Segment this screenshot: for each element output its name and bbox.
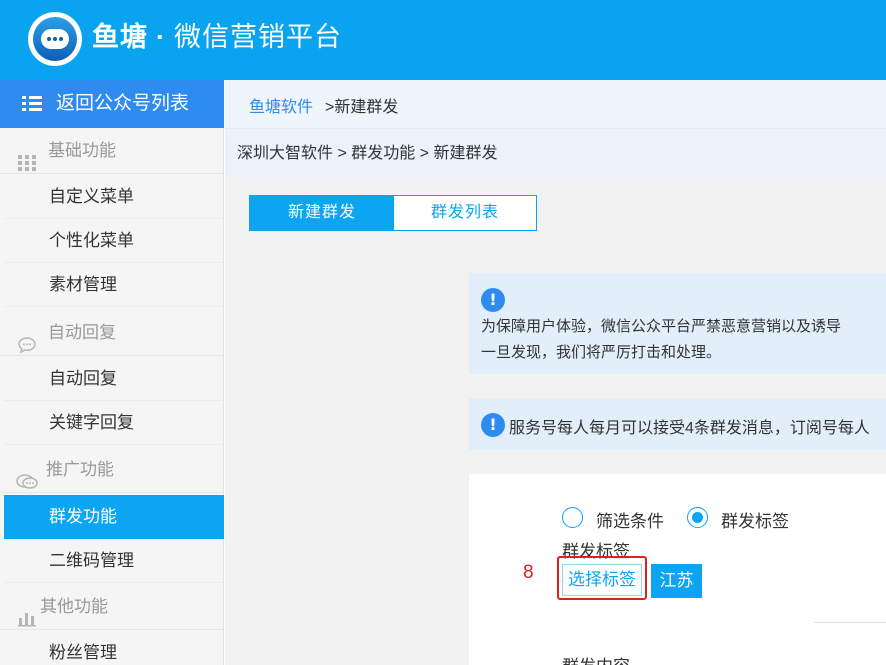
radio-filter-conditions[interactable] xyxy=(562,507,583,528)
sidebar-item-personalized-menu[interactable]: 个性化菜单 xyxy=(4,219,224,263)
sidebar-item-label: 关键字回复 xyxy=(49,413,134,432)
sidebar-group-label: 自动回复 xyxy=(48,323,116,342)
radio-filter-label: 筛选条件 xyxy=(596,512,664,531)
notice-send-limit: ! 服务号每人每月可以接受4条群发消息，订阅号每人 xyxy=(469,398,886,450)
radio-tag-label: 群发标签 xyxy=(721,512,789,531)
speech-bubbles-icon xyxy=(16,462,38,489)
back-to-accounts-button[interactable]: 返回公众号列表 xyxy=(0,80,224,128)
back-label: 返回公众号列表 xyxy=(56,93,190,114)
brand-subtitle: 微信营销平台 xyxy=(174,22,342,52)
sidebar-group-label: 推广功能 xyxy=(46,460,114,479)
tab-mass-send-list[interactable]: 群发列表 xyxy=(394,196,536,230)
grid-icon xyxy=(18,143,36,171)
sidebar-item-mass-send[interactable]: 群发功能 xyxy=(4,495,224,539)
bar-chart-icon xyxy=(18,599,36,627)
top-header: 鱼塘 · 微信营销平台 xyxy=(0,0,886,80)
tab-bar: 新建群发 群发列表 xyxy=(249,195,537,231)
breadcrumb-path: 深圳大智软件 > 群发功能 > 新建群发 xyxy=(225,129,886,177)
tab-new-mass-send[interactable]: 新建群发 xyxy=(250,196,394,230)
sidebar: 返回公众号列表 基础功能 自定义菜单 个性化菜单 素材管理 自动回复 自动回复 … xyxy=(0,80,224,665)
sidebar-group-label: 其他功能 xyxy=(40,597,108,616)
sidebar-group-auto-reply[interactable]: 自动回复 xyxy=(0,310,224,356)
sidebar-item-label: 素材管理 xyxy=(49,275,117,294)
sidebar-item-keyword-reply[interactable]: 关键字回复 xyxy=(4,401,224,445)
info-exclamation-icon: ! xyxy=(481,413,505,437)
sidebar-item-label: 自动回复 xyxy=(49,369,117,388)
fish-logo-icon xyxy=(28,12,82,66)
sidebar-item-label: 群发功能 xyxy=(49,507,117,526)
sidebar-item-fans-management[interactable]: 粉丝管理 xyxy=(4,631,224,665)
brand-name: 鱼塘 xyxy=(92,22,148,52)
sidebar-group-promotion[interactable]: 推广功能 xyxy=(0,447,224,493)
chat-bubble-icon xyxy=(18,325,36,354)
brand-title: 鱼塘 · 微信营销平台 xyxy=(92,19,342,55)
content-field-label: 群发内容 xyxy=(562,652,630,665)
sidebar-item-custom-menu[interactable]: 自定义菜单 xyxy=(4,175,224,219)
notice-line-2: 一旦发现，我们将严厉打击和处理。 xyxy=(481,344,722,361)
breadcrumb: 鱼塘软件 >新建群发 xyxy=(225,80,886,129)
sidebar-group-basic[interactable]: 基础功能 xyxy=(0,128,224,174)
sidebar-item-auto-reply[interactable]: 自动回复 xyxy=(4,357,224,401)
info-exclamation-icon: ! xyxy=(481,288,505,312)
sidebar-group-label: 基础功能 xyxy=(48,141,116,160)
sidebar-item-qrcode-management[interactable]: 二维码管理 xyxy=(4,539,224,583)
notice-send-limit-text: 服务号每人每月可以接受4条群发消息，订阅号每人 xyxy=(509,420,870,437)
breadcrumb-path-text: 深圳大智软件 > 群发功能 > 新建群发 xyxy=(237,145,498,162)
sidebar-group-other[interactable]: 其他功能 xyxy=(0,584,224,630)
sidebar-item-label: 自定义菜单 xyxy=(49,187,134,206)
list-icon xyxy=(22,96,42,112)
sidebar-item-label: 粉丝管理 xyxy=(49,643,117,662)
divider xyxy=(814,622,886,623)
radio-mass-send-tag[interactable] xyxy=(687,507,708,528)
sidebar-item-label: 二维码管理 xyxy=(49,551,134,570)
notice-line-1: 为保障用户体验，微信公众平台严禁恶意营销以及诱导 xyxy=(481,318,842,335)
breadcrumb-current: >新建群发 xyxy=(325,99,399,116)
sidebar-item-label: 个性化菜单 xyxy=(49,231,134,250)
breadcrumb-home-link[interactable]: 鱼塘软件 xyxy=(249,80,313,136)
notice-marketing-policy: ! 为保障用户体验，微信公众平台严禁恶意营销以及诱导 一旦发现，我们将严厉打击和… xyxy=(469,273,886,374)
sidebar-item-media-management[interactable]: 素材管理 xyxy=(4,263,224,307)
step-annotation: 8 xyxy=(523,562,534,583)
selected-tag-chip[interactable]: 江苏 xyxy=(651,564,702,598)
brand-separator: · xyxy=(156,22,166,52)
select-tag-button[interactable]: 选择标签 xyxy=(562,564,642,596)
